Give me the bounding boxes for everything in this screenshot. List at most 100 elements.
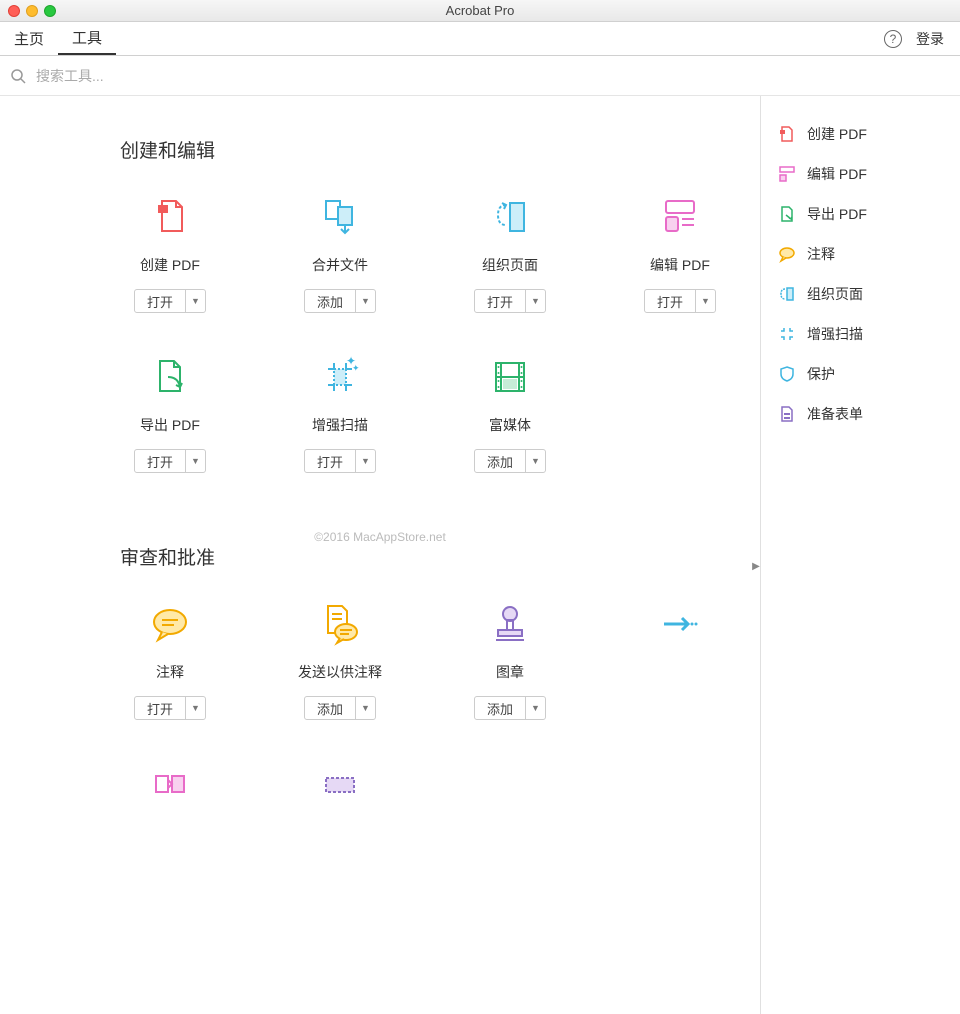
tool-action-button[interactable]: 打开 ▼ bbox=[644, 289, 716, 313]
tool-label: 图章 bbox=[496, 662, 524, 682]
tool-action-button[interactable]: 添加 ▼ bbox=[474, 449, 546, 473]
tool-comment[interactable]: 注释 打开 ▼ bbox=[120, 600, 220, 720]
login-link[interactable]: 登录 bbox=[916, 29, 944, 49]
enhance-scan-icon: ✦ ✦ bbox=[316, 353, 364, 401]
send-for-review-icon bbox=[316, 600, 364, 648]
tool-action-button[interactable]: 打开 ▼ bbox=[134, 289, 206, 313]
search-icon bbox=[10, 68, 26, 84]
tool-partial-2[interactable] bbox=[120, 760, 220, 822]
tools-sidepanel: ▶ 创建 PDF 编辑 PDF 导出 PDF 注释 bbox=[760, 96, 960, 1014]
tool-enhance-scan[interactable]: ✦ ✦ 增强扫描 打开 ▼ bbox=[290, 353, 390, 473]
side-label: 注释 bbox=[807, 244, 835, 264]
edit-pdf-icon bbox=[656, 193, 704, 241]
search-input[interactable] bbox=[36, 68, 950, 84]
tool-create-pdf[interactable]: 创建 PDF 打开 ▼ bbox=[120, 193, 220, 313]
side-label: 导出 PDF bbox=[807, 204, 867, 224]
tool-label: 编辑 PDF bbox=[650, 255, 710, 275]
comment-icon bbox=[777, 244, 797, 264]
enhance-scan-icon bbox=[777, 324, 797, 344]
export-pdf-icon bbox=[146, 353, 194, 401]
chevron-down-icon[interactable]: ▼ bbox=[695, 290, 715, 312]
arrow-right-icon bbox=[656, 600, 704, 648]
combine-files-icon bbox=[316, 193, 364, 241]
prepare-form-icon bbox=[777, 404, 797, 424]
tool-label: 富媒体 bbox=[489, 415, 531, 435]
tab-tools[interactable]: 工具 bbox=[58, 22, 116, 55]
tool-partial-1[interactable] bbox=[630, 600, 730, 720]
tool-partial-3[interactable] bbox=[290, 760, 390, 822]
tool-export-pdf[interactable]: 导出 PDF 打开 ▼ bbox=[120, 353, 220, 473]
tool-action-button[interactable]: 添加 ▼ bbox=[304, 289, 376, 313]
svg-text:✦: ✦ bbox=[352, 363, 360, 373]
stamp-icon bbox=[486, 600, 534, 648]
titlebar: Acrobat Pro bbox=[0, 0, 960, 22]
searchbar[interactable] bbox=[0, 56, 960, 96]
section-review-approve: 审查和批准 bbox=[120, 543, 740, 570]
chevron-down-icon[interactable]: ▼ bbox=[355, 450, 375, 472]
tool-stamp[interactable]: 图章 添加 ▼ bbox=[460, 600, 560, 720]
help-icon[interactable]: ? bbox=[884, 30, 902, 48]
side-create-pdf[interactable]: 创建 PDF bbox=[773, 114, 948, 154]
create-pdf-icon bbox=[777, 124, 797, 144]
tool-combine-files[interactable]: 合并文件 添加 ▼ bbox=[290, 193, 390, 313]
organize-pages-icon bbox=[486, 193, 534, 241]
compare-icon bbox=[146, 760, 194, 808]
tool-action-button[interactable]: 打开 ▼ bbox=[134, 696, 206, 720]
tab-home[interactable]: 主页 bbox=[0, 22, 58, 55]
close-button[interactable] bbox=[8, 5, 20, 17]
tool-organize-pages[interactable]: 组织页面 打开 ▼ bbox=[460, 193, 560, 313]
chevron-down-icon[interactable]: ▼ bbox=[525, 290, 545, 312]
tool-action-button[interactable]: 打开 ▼ bbox=[474, 289, 546, 313]
side-edit-pdf[interactable]: 编辑 PDF bbox=[773, 154, 948, 194]
side-label: 增强扫描 bbox=[807, 324, 863, 344]
tool-action-button[interactable]: 添加 ▼ bbox=[474, 696, 546, 720]
export-pdf-icon bbox=[777, 204, 797, 224]
tool-label: 创建 PDF bbox=[140, 255, 200, 275]
maximize-button[interactable] bbox=[44, 5, 56, 17]
tool-label: 发送以供注释 bbox=[298, 662, 382, 682]
tool-label: 组织页面 bbox=[482, 255, 538, 275]
side-comment[interactable]: 注释 bbox=[773, 234, 948, 274]
organize-pages-icon bbox=[777, 284, 797, 304]
side-label: 编辑 PDF bbox=[807, 164, 867, 184]
chevron-down-icon[interactable]: ▼ bbox=[525, 450, 545, 472]
chevron-down-icon[interactable]: ▼ bbox=[355, 697, 375, 719]
tabbar: 主页 工具 ? 登录 bbox=[0, 22, 960, 56]
chevron-down-icon[interactable]: ▼ bbox=[185, 697, 205, 719]
tool-rich-media[interactable]: 富媒体 添加 ▼ bbox=[460, 353, 560, 473]
tool-edit-pdf[interactable]: 编辑 PDF 打开 ▼ bbox=[630, 193, 730, 313]
side-protect[interactable]: 保护 bbox=[773, 354, 948, 394]
window-title: Acrobat Pro bbox=[446, 3, 515, 18]
watermark: ©2016 MacAppStore.net bbox=[314, 530, 446, 544]
chevron-down-icon[interactable]: ▼ bbox=[185, 450, 205, 472]
side-label: 准备表单 bbox=[807, 404, 863, 424]
tool-send-for-review[interactable]: 发送以供注释 添加 ▼ bbox=[290, 600, 390, 720]
tool-action-button[interactable]: 添加 ▼ bbox=[304, 696, 376, 720]
side-label: 组织页面 bbox=[807, 284, 863, 304]
side-export-pdf[interactable]: 导出 PDF bbox=[773, 194, 948, 234]
measure-icon bbox=[316, 760, 364, 808]
minimize-button[interactable] bbox=[26, 5, 38, 17]
tool-label: 合并文件 bbox=[312, 255, 368, 275]
side-label: 创建 PDF bbox=[807, 124, 867, 144]
tool-label: 导出 PDF bbox=[140, 415, 200, 435]
side-enhance-scan[interactable]: 增强扫描 bbox=[773, 314, 948, 354]
tool-action-button[interactable]: 打开 ▼ bbox=[134, 449, 206, 473]
window-controls bbox=[8, 5, 56, 17]
side-label: 保护 bbox=[807, 364, 835, 384]
chevron-down-icon[interactable]: ▼ bbox=[185, 290, 205, 312]
tool-action-button[interactable]: 打开 ▼ bbox=[304, 449, 376, 473]
tool-label: 增强扫描 bbox=[312, 415, 368, 435]
shield-icon bbox=[777, 364, 797, 384]
chevron-down-icon[interactable]: ▼ bbox=[525, 697, 545, 719]
comment-icon bbox=[146, 600, 194, 648]
edit-pdf-icon bbox=[777, 164, 797, 184]
side-prepare-form[interactable]: 准备表单 bbox=[773, 394, 948, 434]
tools-center: 创建和编辑 创建 PDF 打开 ▼ bbox=[0, 96, 760, 1014]
collapse-handle[interactable]: ▶ bbox=[751, 546, 761, 586]
side-organize[interactable]: 组织页面 bbox=[773, 274, 948, 314]
create-pdf-icon bbox=[146, 193, 194, 241]
tool-label: 注释 bbox=[156, 662, 184, 682]
section-create-edit: 创建和编辑 bbox=[120, 136, 740, 163]
chevron-down-icon[interactable]: ▼ bbox=[355, 290, 375, 312]
